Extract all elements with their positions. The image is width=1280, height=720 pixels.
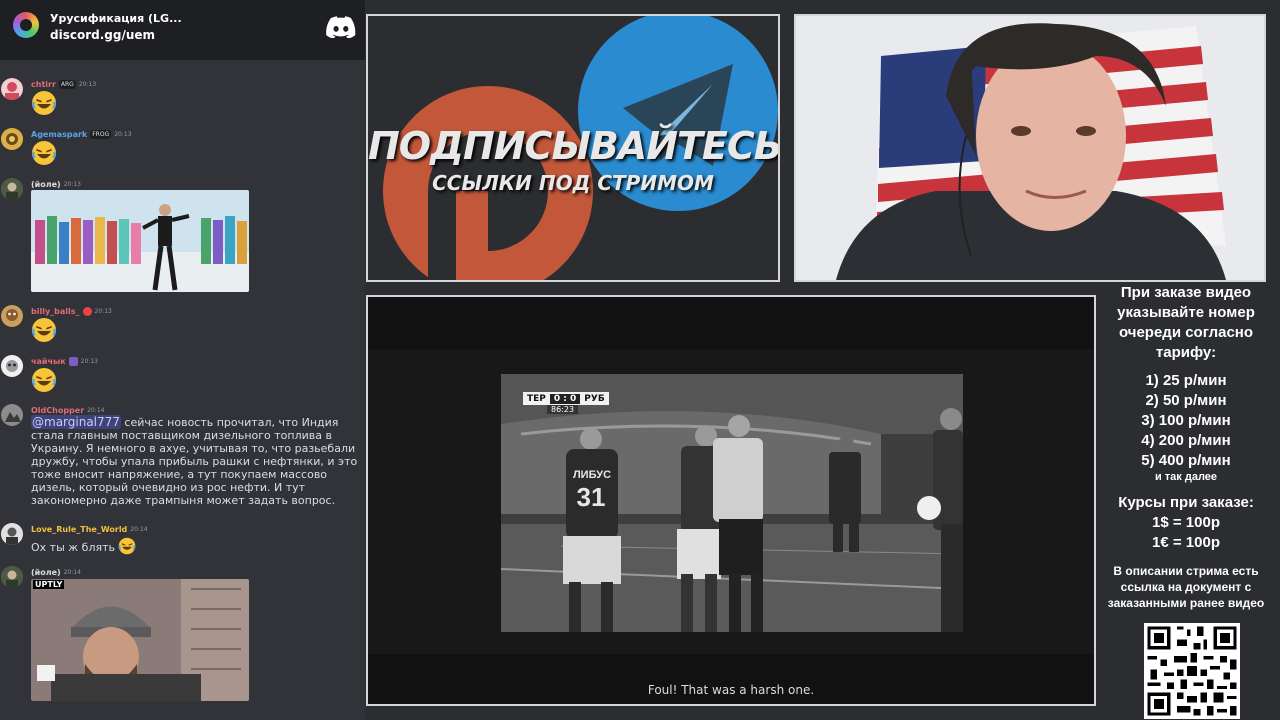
description-note: В описании стрима есть ссылка на докумен… <box>1107 564 1265 610</box>
user-mention[interactable]: @marginal777 <box>31 415 121 429</box>
tariff-item: 5) 400 р/мин <box>1141 452 1231 469</box>
rates-list: 1$ = 100р 1€ = 100р <box>1100 513 1272 553</box>
tariff-list: 1) 25 р/мин 2) 50 р/мин 3) 100 р/мин 4) … <box>1100 371 1272 471</box>
username[interactable]: чайчык <box>31 357 66 366</box>
message-text: Ох ты ж блять <box>31 537 361 555</box>
promo-subtitle: ССЫЛКИ ПОД СТРИМОМ <box>432 171 714 195</box>
role-badge: FROG <box>90 129 112 139</box>
timestamp: 20:14 <box>130 525 148 533</box>
rate-item: 1€ = 100р <box>1152 534 1220 551</box>
promo-banner: ПОДПИСЫВАЙТЕСЬ ССЫЛКИ ПОД СТРИМОМ <box>366 14 780 282</box>
username[interactable]: (йоле) <box>31 180 61 189</box>
laughing-crying-emoji-icon <box>32 91 56 115</box>
message-text: @marginal777 сейчас новость прочитал, чт… <box>31 415 358 507</box>
timestamp: 20:13 <box>80 357 98 365</box>
timestamp: 20:13 <box>78 80 97 88</box>
avatar[interactable] <box>1 305 23 327</box>
avatar[interactable] <box>1 355 23 377</box>
tariff-more: и так далее <box>1154 471 1218 483</box>
tariff-item: 3) 100 р/мин <box>1141 412 1231 429</box>
stream-layout: Урусификация (LG... discord.gg/uem chtir… <box>0 0 1280 720</box>
qr-code-icon <box>1144 623 1240 719</box>
timestamp: 20:13 <box>94 307 112 315</box>
username[interactable]: OldChopper <box>31 406 84 415</box>
video-subtitle: Foul! That was a harsh one. <box>647 683 815 697</box>
username[interactable]: Love_Rule_The_World <box>31 525 127 534</box>
image-attachment[interactable]: UPTLY <box>31 579 249 701</box>
rate-item: 1$ = 100р <box>1152 514 1220 531</box>
jersey-number: 31 <box>577 482 606 512</box>
laughing-crying-emoji-icon <box>32 141 56 165</box>
server-icon[interactable] <box>13 12 39 38</box>
role-icon <box>68 356 78 366</box>
scoreboard: ТЕР 0 : 0 РУБ <box>523 392 609 405</box>
username[interactable]: chtirr <box>31 80 56 89</box>
avatar[interactable] <box>1 78 23 100</box>
laughing-crying-emoji-icon <box>32 368 56 392</box>
match-clock: 86:23 <box>547 405 579 414</box>
tariff-item: 1) 25 р/мин <box>1145 372 1227 389</box>
webcam-feed <box>794 14 1266 282</box>
timestamp: 20:13 <box>114 130 132 138</box>
timestamp: 20:14 <box>63 568 81 576</box>
avatar[interactable] <box>1 404 23 426</box>
avatar[interactable] <box>1 523 23 545</box>
discord-logo-icon <box>326 16 356 38</box>
laughing-crying-emoji-icon <box>119 537 136 555</box>
role-badge: ARG <box>58 79 76 89</box>
discord-chat-panel: Урусификация (LG... discord.gg/uem chtir… <box>0 0 365 720</box>
tariff-item: 4) 200 р/мин <box>1141 432 1231 449</box>
rates-title: Курсы при заказе: <box>1118 494 1254 511</box>
image-attachment[interactable] <box>31 190 249 292</box>
tariff-item: 2) 50 р/мин <box>1145 392 1227 409</box>
timestamp: 20:14 <box>87 406 105 414</box>
away-team: РУБ <box>584 393 605 404</box>
username[interactable]: billy_balls_ <box>31 307 80 316</box>
username[interactable]: Agemaspark <box>31 130 87 139</box>
server-name: Урусификация (LG... <box>50 12 182 25</box>
score: 0 : 0 <box>549 393 581 404</box>
watermark-label: UPTLY <box>33 580 65 589</box>
avatar[interactable] <box>1 566 23 588</box>
video-player[interactable]: 31 ЛИБУС ТЕР 0: 0 РУБ 86:23 Foul! That … <box>366 295 1096 706</box>
status-icon <box>82 306 92 316</box>
jersey-name: ЛИБУС <box>573 469 611 481</box>
username[interactable]: (йоле) <box>31 568 61 577</box>
laughing-crying-emoji-icon <box>32 318 56 342</box>
avatar[interactable] <box>1 128 23 150</box>
video-frame[interactable]: 31 ЛИБУС ТЕР 0: 0 РУБ 86:23 <box>501 374 963 632</box>
streamer-webcam-image <box>796 16 1264 280</box>
order-info-panel: При заказе видео указывайте номер очеред… <box>1100 283 1272 611</box>
timestamp: 20:13 <box>63 180 81 188</box>
server-invite-link[interactable]: discord.gg/uem <box>50 28 155 42</box>
order-instructions: При заказе видео указывайте номер очеред… <box>1117 284 1255 361</box>
server-header[interactable]: Урусификация (LG... discord.gg/uem <box>0 0 365 60</box>
home-team: ТЕР <box>527 393 546 404</box>
avatar[interactable] <box>1 178 23 200</box>
promo-title: ПОДПИСЫВАЙТЕСЬ <box>368 124 780 168</box>
